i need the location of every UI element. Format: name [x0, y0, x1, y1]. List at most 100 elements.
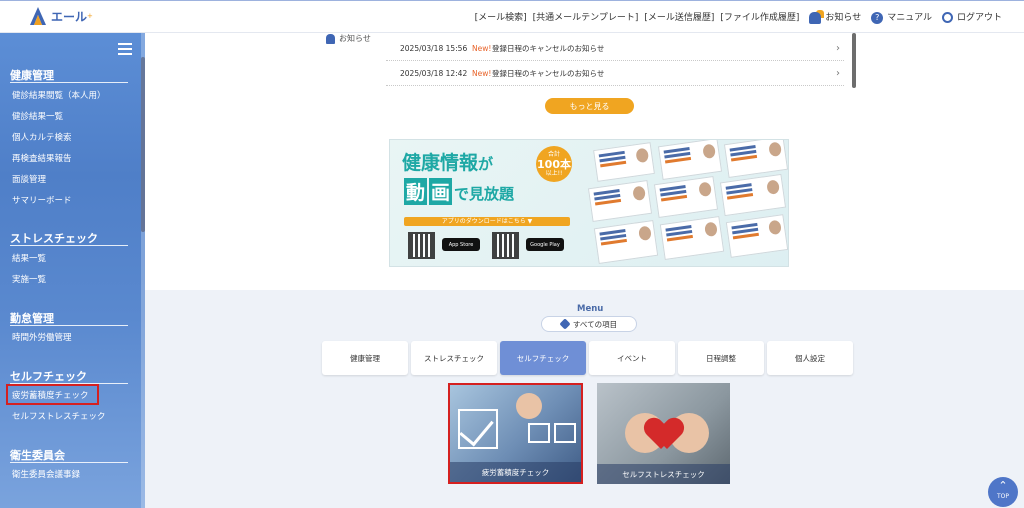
banner-download-bar: アプリのダウンロードはこちら ▼	[404, 217, 570, 226]
video-thumbnail	[653, 175, 719, 219]
divider	[10, 245, 128, 246]
sidebar-item-checkup-list[interactable]: 健診結果一覧	[12, 110, 63, 122]
checkbox-icon	[554, 423, 576, 443]
top-label: TOP	[996, 493, 1009, 500]
qr-code	[492, 232, 519, 259]
banner-headline: 健康情報が	[402, 148, 493, 175]
sidebar-item-recheck-report[interactable]: 再検査結果報告	[12, 152, 72, 164]
all-items-button[interactable]: すべての項目	[541, 316, 637, 332]
nav-logout-label: ログアウト	[956, 13, 1002, 24]
nav-file-history[interactable]: [ファイル作成履歴]	[720, 10, 799, 23]
help-icon: ?	[871, 11, 884, 24]
divider	[10, 82, 128, 83]
tab-self-check[interactable]: セルフチェック	[500, 341, 586, 375]
sidebar-item-karte-search[interactable]: 個人カルテ検索	[12, 131, 72, 143]
banner-line2: で見放題	[454, 185, 515, 203]
hand-image	[516, 393, 542, 419]
nav-notice[interactable]: お知らせ	[809, 10, 861, 24]
nav-logout[interactable]: ログアウト	[941, 10, 1002, 24]
sidebar-item-summary-board[interactable]: サマリーボード	[12, 194, 72, 206]
self-stress-check-card[interactable]: セルフストレスチェック	[597, 383, 730, 484]
tab-stress-check[interactable]: ストレスチェック	[411, 341, 497, 375]
sidebar: 健康管理 健診結果閲覧（本人用） 健診結果一覧 個人カルテ検索 再検査結果報告 …	[0, 33, 145, 508]
banner-box-char: 動	[404, 178, 428, 205]
sidebar-item-checkup-view[interactable]: 健診結果閲覧（本人用）	[12, 89, 106, 101]
tab-event[interactable]: イベント	[589, 341, 675, 375]
banner-line1: 健康情報	[402, 152, 479, 174]
notice-title: 登録日程のキャンセルのお知らせ	[492, 69, 605, 78]
sidebar-item-result-list[interactable]: 結果一覧	[12, 252, 46, 264]
video-thumbnail	[593, 219, 659, 264]
hamburger-menu-icon[interactable]	[118, 43, 132, 55]
notice-row[interactable]: 2025/03/18 15:56 New! 登録日程のキャンセルのお知らせ ›	[386, 37, 844, 61]
logo-icon	[30, 7, 46, 25]
fatigue-check-card[interactable]: 疲労蓄積度チェック	[448, 383, 583, 484]
notice-section-label: お知らせ	[326, 33, 371, 44]
video-thumbnail	[593, 142, 655, 182]
nav-mail-search[interactable]: [メール検索]	[475, 10, 527, 23]
app-name: エール	[51, 9, 88, 24]
banner-badge: 合計 100本 以上!!	[536, 146, 572, 182]
qr-code	[408, 232, 435, 259]
sidebar-section-stress: ストレスチェック	[10, 232, 98, 245]
banner-subline: 動画で見放題	[404, 178, 514, 205]
divider	[10, 462, 128, 463]
nav-manual-label: マニュアル	[887, 13, 932, 23]
nav-notice-label: お知らせ	[825, 13, 862, 23]
new-badge: New!	[472, 44, 492, 53]
sidebar-item-overtime[interactable]: 時間外労働管理	[12, 331, 72, 343]
notice-scrollbar[interactable]	[852, 33, 856, 88]
notice-date: 2025/03/18 12:42	[400, 69, 468, 78]
tab-personal-settings[interactable]: 個人設定	[767, 341, 853, 375]
video-thumbnail	[587, 179, 653, 223]
menu-title: Menu	[577, 304, 604, 314]
heart-icon	[647, 419, 681, 449]
all-items-label: すべての項目	[572, 319, 618, 329]
highlight-box	[6, 384, 99, 405]
power-icon	[941, 12, 953, 24]
new-badge: New!	[472, 69, 492, 78]
sidebar-section-health: 健康管理	[10, 69, 54, 82]
header: エール + [メール検索] [共通メールテンプレート] [メール送信履歴] [フ…	[0, 0, 1024, 33]
video-thumbnail	[659, 215, 725, 260]
badge-num: 100本	[537, 158, 571, 171]
notice-label-text: お知らせ	[339, 34, 371, 43]
chevron-up-icon: ⌃	[998, 479, 1008, 492]
scroll-top-button[interactable]: ⌃ TOP	[988, 477, 1018, 507]
video-thumbnail	[719, 173, 787, 217]
tag-icon	[559, 318, 571, 330]
scrollbar-thumb[interactable]	[141, 57, 145, 232]
divider	[10, 325, 128, 326]
video-thumbnail	[723, 140, 788, 179]
tab-health[interactable]: 健康管理	[322, 341, 408, 375]
notice-title: 登録日程のキャンセルのお知らせ	[492, 44, 605, 53]
bell-icon	[326, 33, 335, 44]
sidebar-item-committee-minutes[interactable]: 衛生委員会議事録	[12, 468, 80, 480]
nav-mail-history[interactable]: [メール送信履歴]	[644, 10, 714, 23]
card-label: セルフストレスチェック	[597, 464, 730, 484]
video-banner[interactable]: 健康情報が 合計 100本 以上!! 動画で見放題 アプリのダウンロードはこちら…	[389, 139, 789, 267]
sidebar-item-implementation-list[interactable]: 実施一覧	[12, 273, 46, 285]
banner-box-char: 画	[429, 178, 453, 205]
more-button[interactable]: もっと見る	[545, 98, 634, 114]
tab-schedule[interactable]: 日程調整	[678, 341, 764, 375]
notice-row[interactable]: 2025/03/18 12:42 New! 登録日程のキャンセルのお知らせ ›	[386, 62, 844, 86]
sidebar-item-self-stress-check[interactable]: セルフストレスチェック	[12, 410, 106, 422]
sidebar-section-attendance: 勤怠管理	[10, 312, 54, 325]
app-store-badge[interactable]: App Store	[442, 238, 480, 251]
checkbox-icon	[458, 409, 498, 449]
checkbox-icon	[528, 423, 550, 443]
nav-common-mail-template[interactable]: [共通メールテンプレート]	[533, 10, 639, 23]
app-name-sup: +	[87, 12, 93, 20]
chevron-right-icon: ›	[836, 68, 840, 79]
top-nav: [メール検索] [共通メールテンプレート] [メール送信履歴] [ファイル作成履…	[469, 10, 1002, 24]
video-thumbnail	[725, 214, 788, 258]
sidebar-item-interview[interactable]: 面談管理	[12, 173, 46, 185]
video-thumbnail	[657, 140, 723, 181]
sidebar-section-selfcheck: セルフチェック	[10, 370, 87, 383]
google-play-badge[interactable]: Google Play	[526, 238, 564, 251]
bell-icon	[809, 11, 822, 24]
app-logo[interactable]: エール +	[28, 6, 93, 26]
nav-manual[interactable]: ? マニュアル	[871, 10, 932, 24]
sidebar-section-committee: 衛生委員会	[10, 449, 65, 462]
